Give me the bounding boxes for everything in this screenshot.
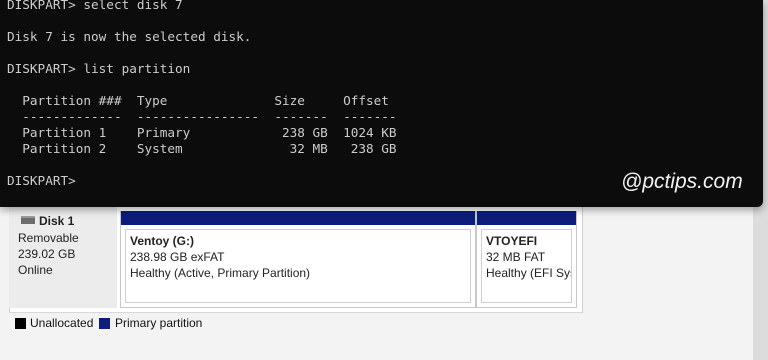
partition-health: Healthy (Active, Primary Partition)	[130, 266, 311, 280]
legend-label-primary: Primary partition	[115, 316, 203, 330]
terminal-line: DISKPART> select disk 7	[7, 0, 183, 12]
terminal-line: Disk 7 is now the selected disk.	[7, 29, 252, 44]
partition-name: Ventoy (G:)	[130, 234, 195, 248]
disk-name: Disk 1	[39, 214, 75, 228]
terminal-line: DISKPART> list partition	[7, 61, 191, 76]
partition-ventoy[interactable]: Ventoy (G:) 238.98 GB exFAT Healthy (Act…	[120, 211, 476, 308]
disk-icon	[21, 216, 35, 224]
partition-details: Ventoy (G:) 238.98 GB exFAT Healthy (Act…	[125, 229, 471, 303]
partition-filesystem: 238.98 GB exFAT	[130, 250, 225, 264]
disk-type: Removable	[18, 231, 79, 245]
legend: Unallocated Primary partition	[9, 312, 581, 333]
partition-name: VTOYEFI	[486, 234, 538, 248]
disk-info-box[interactable]: Disk 1 Removable 239.02 GB Online	[9, 206, 117, 308]
disk-status: Online	[18, 263, 53, 277]
terminal-prompt[interactable]: DISKPART>	[7, 173, 83, 189]
terminal-line: Partition 1 Primary 238 GB 1024 KB	[7, 125, 397, 140]
legend-label-unallocated: Unallocated	[30, 316, 94, 330]
partition-color-bar	[121, 211, 475, 225]
terminal-line: Partition ### Type Size Offset	[7, 93, 389, 108]
partition-filesystem: 32 MB FAT	[486, 250, 546, 264]
terminal-line: ------------- ---------------- ------- -…	[7, 109, 397, 124]
partition-details: VTOYEFI 32 MB FAT Healthy (EFI Sys	[481, 229, 572, 303]
watermark-text: @pctips.com	[621, 170, 743, 193]
terminal-line: Partition 2 System 32 MB 238 GB	[7, 141, 397, 156]
partition-health: Healthy (EFI Sys	[486, 266, 572, 280]
disk-size: 239.02 GB	[18, 247, 76, 261]
partition-vtoyefi[interactable]: VTOYEFI 32 MB FAT Healthy (EFI Sys	[476, 211, 577, 308]
legend-swatch-unallocated	[15, 318, 26, 329]
partition-color-bar	[477, 211, 576, 225]
legend-swatch-primary	[99, 318, 110, 329]
diskpart-terminal[interactable]: DISKPART> select disk 7 Disk 7 is now th…	[0, 0, 763, 207]
